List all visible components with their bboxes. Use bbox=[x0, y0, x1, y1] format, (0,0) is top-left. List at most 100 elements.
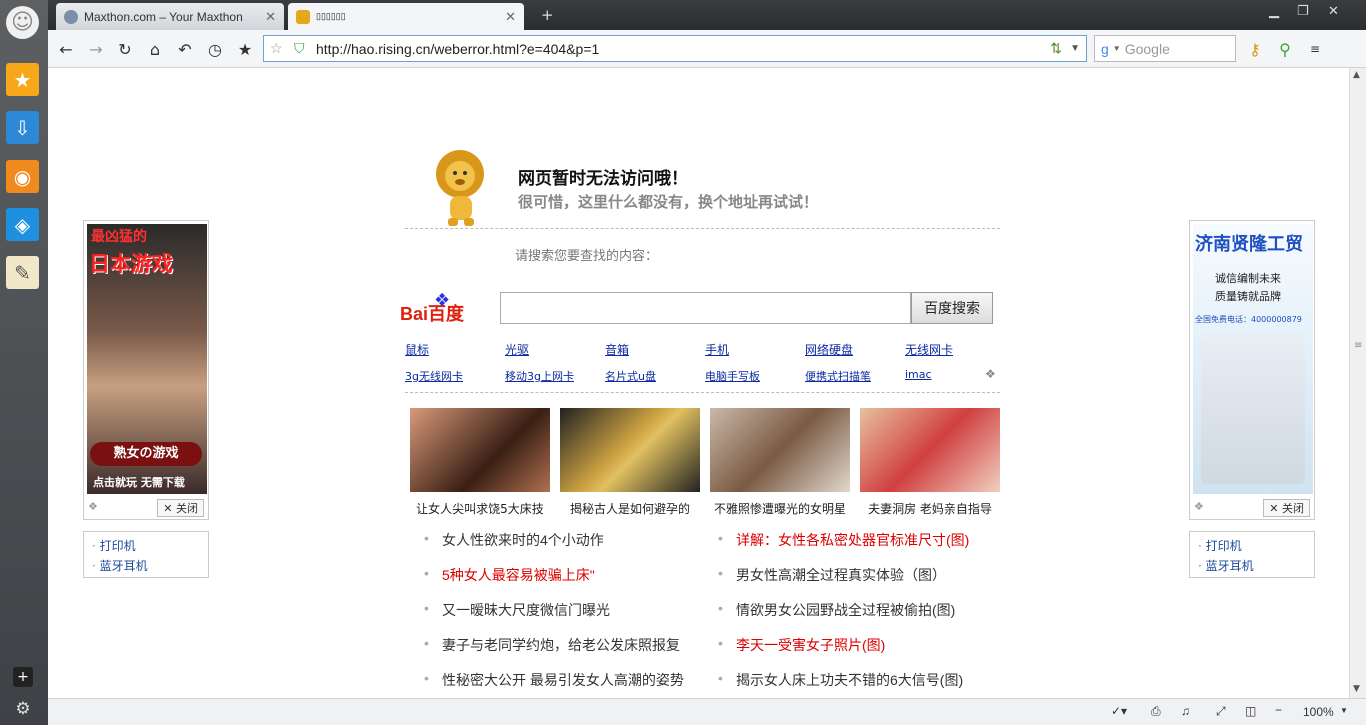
thumbnail-image[interactable] bbox=[560, 408, 700, 492]
left-ad[interactable]: 最凶猛的 日本游戏 熟女の游戏 点击就玩 无需下载 ❖ ✕ 关闭 bbox=[83, 220, 209, 520]
status-bar: ✓▾ ⎙ ♫ ⤢ ◫ − 100% ▼ bbox=[48, 698, 1366, 725]
baidu-search-button[interactable]: 百度搜索 bbox=[911, 292, 993, 324]
favorites-icon[interactable]: ★ bbox=[235, 39, 255, 59]
zoom-dropdown-icon[interactable]: ▼ bbox=[1340, 706, 1348, 715]
close-window-icon[interactable]: ✕ bbox=[1328, 4, 1339, 19]
check-icon[interactable]: ✓▾ bbox=[1111, 704, 1127, 718]
paw-icon: ❖ bbox=[88, 500, 98, 513]
home-icon[interactable]: ⌂ bbox=[145, 39, 165, 59]
keyword-link[interactable]: 移动3g上网卡 bbox=[505, 368, 574, 384]
link-printer[interactable]: 打印机 bbox=[92, 536, 200, 556]
screenshot-icon[interactable]: ⎙ bbox=[1151, 704, 1161, 719]
keyword-link[interactable]: 3g无线网卡 bbox=[405, 368, 463, 384]
news-link[interactable]: 又一暧昧大尺度微信门曝光 bbox=[424, 600, 610, 620]
right-ad[interactable]: 济南贤隆工贸 诚信编制未来 质量铸就品牌 全国免费电话：4000000879 ❖… bbox=[1189, 220, 1315, 520]
thumbnail-image[interactable] bbox=[410, 408, 550, 492]
paw-logo-icon: ❖ bbox=[434, 290, 451, 311]
news-link[interactable]: 李天一受害女子照片(图) bbox=[718, 635, 885, 655]
refresh-icon[interactable]: ↻ bbox=[115, 39, 135, 59]
google-icon: g bbox=[1101, 40, 1109, 57]
link-headset[interactable]: 蓝牙耳机 bbox=[1198, 556, 1306, 576]
keyword-link[interactable]: 电脑手写板 bbox=[705, 368, 760, 384]
close-tab-icon[interactable]: ✕ bbox=[505, 9, 516, 25]
error-title: 网页暂时无法访问哦！ bbox=[518, 169, 688, 188]
thumbnail-caption[interactable]: 夫妻洞房 老妈亲自指导 bbox=[855, 500, 1005, 517]
ad-footer: ❖ ✕ 关闭 bbox=[84, 498, 208, 518]
bookmark-star-icon[interactable]: ☆ bbox=[270, 40, 283, 57]
keyword-link[interactable]: imac bbox=[905, 368, 932, 381]
back-icon[interactable]: ← bbox=[56, 39, 76, 59]
rss-filter-icon[interactable]: ⇅ bbox=[1050, 40, 1062, 57]
rss-icon[interactable]: ◉ bbox=[6, 160, 39, 193]
keyword-link[interactable]: 鼠标 bbox=[405, 341, 429, 358]
download-icon[interactable]: ⇩ bbox=[6, 111, 39, 144]
user-icon[interactable]: ⚲ bbox=[1275, 39, 1295, 59]
favorites-star-icon[interactable]: ★ bbox=[6, 63, 39, 96]
keyword-link[interactable]: 手机 bbox=[705, 341, 729, 358]
fullscreen-icon[interactable]: ⤢ bbox=[1216, 704, 1226, 719]
keyword-link[interactable]: 音箱 bbox=[605, 341, 629, 358]
history-icon[interactable]: ◷ bbox=[205, 39, 225, 59]
news-link[interactable]: 情欲男女公园野战全过程被偷拍(图) bbox=[718, 600, 955, 620]
notepad-icon[interactable]: ✎ bbox=[6, 256, 39, 289]
search-box[interactable]: g ▼ Google bbox=[1094, 35, 1236, 62]
scroll-grip-icon[interactable]: ≡ bbox=[1354, 340, 1362, 351]
maxthon-passport-icon[interactable]: ◈ bbox=[6, 208, 39, 241]
new-tab-icon[interactable]: + bbox=[541, 6, 554, 24]
news-link[interactable]: 5种女人最容易被骗上床" bbox=[424, 565, 595, 585]
key-icon[interactable]: ⚷ bbox=[1245, 39, 1265, 59]
forward-icon[interactable]: → bbox=[86, 39, 106, 59]
thumbnail-caption[interactable]: 揭秘古人是如何避孕的 bbox=[555, 500, 705, 517]
tab-label: Maxthon.com – Your Maxthon bbox=[84, 9, 243, 24]
keyword-link[interactable]: 名片式u盘 bbox=[605, 368, 656, 384]
news-link[interactable]: 详解：女性各私密处器官标准尺寸(图) bbox=[718, 530, 969, 550]
news-link[interactable]: 妻子与老同学约炮，给老公发床照报复 bbox=[424, 635, 680, 655]
keyword-link[interactable]: 光驱 bbox=[505, 341, 529, 358]
ad-image[interactable]: 济南贤隆工贸 诚信编制未来 质量铸就品牌 全国免费电话：4000000879 bbox=[1193, 224, 1313, 494]
dropdown-icon[interactable]: ▼ bbox=[1070, 43, 1080, 54]
keyword-link[interactable]: 网络硬盘 bbox=[805, 341, 853, 358]
split-view-icon[interactable]: ◫ bbox=[1245, 704, 1256, 718]
minimize-icon[interactable]: ▁ bbox=[1269, 4, 1279, 19]
thumbnail-image[interactable] bbox=[710, 408, 850, 492]
divider bbox=[405, 228, 1000, 229]
close-tab-icon[interactable]: ✕ bbox=[265, 9, 276, 25]
ad-line2: 日本游戏 bbox=[89, 252, 173, 276]
ad-image[interactable]: 最凶猛的 日本游戏 熟女の游戏 点击就玩 无需下载 bbox=[87, 224, 207, 494]
baidu-search-input[interactable] bbox=[500, 292, 911, 324]
news-link[interactable]: 女人性欲来时的4个小动作 bbox=[424, 530, 604, 550]
link-headset[interactable]: 蓝牙耳机 bbox=[92, 556, 200, 576]
restore-icon[interactable]: ❐ bbox=[1297, 4, 1309, 19]
scroll-up-icon[interactable]: ▲ bbox=[1353, 70, 1360, 80]
tab-error-page[interactable]: ▯▯▯▯▯▯ ✕ bbox=[288, 3, 524, 30]
link-printer[interactable]: 打印机 bbox=[1198, 536, 1306, 556]
ad-line1: 诚信编制未来 bbox=[1215, 272, 1281, 285]
search-engine-dropdown-icon[interactable]: ▼ bbox=[1113, 44, 1121, 53]
menu-icon[interactable]: ≡ bbox=[1305, 39, 1325, 59]
keyword-link[interactable]: 便携式扫描笔 bbox=[805, 368, 871, 384]
baidu-logo[interactable]: Bai百度 ❖ bbox=[400, 290, 492, 326]
ad-close-button[interactable]: ✕ 关闭 bbox=[1263, 499, 1310, 517]
search-placeholder: Google bbox=[1124, 40, 1170, 57]
zoom-level[interactable]: 100% bbox=[1303, 705, 1334, 719]
undo-icon[interactable]: ↶ bbox=[175, 39, 195, 59]
zoom-out-icon[interactable]: − bbox=[1275, 703, 1282, 717]
news-link[interactable]: 男女性高潮全过程真实体验（图） bbox=[718, 565, 946, 585]
news-link[interactable]: 性秘密大公开 最易引发女人高潮的姿势 bbox=[424, 670, 684, 690]
tab-maxthon[interactable]: Maxthon.com – Your Maxthon ✕ bbox=[56, 3, 284, 30]
thumbnail-caption[interactable]: 不雅照惨遭曝光的女明星 bbox=[705, 500, 855, 517]
ad-close-button[interactable]: ✕ 关闭 bbox=[157, 499, 204, 517]
error-subtitle: 很可惜，这里什么都没有，换个地址再试试！ bbox=[518, 194, 819, 211]
ad-footer: ❖ ✕ 关闭 bbox=[1190, 498, 1314, 518]
thumbnail-image[interactable] bbox=[860, 408, 1000, 492]
maxthon-smile-icon[interactable]: ☺ bbox=[6, 6, 39, 39]
add-icon[interactable]: + bbox=[13, 667, 33, 687]
settings-gear-icon[interactable]: ⚙ bbox=[11, 697, 35, 721]
scroll-down-icon[interactable]: ▼ bbox=[1353, 684, 1360, 694]
thumbnail-caption[interactable]: 让女人尖叫求饶5大床技 bbox=[405, 500, 555, 517]
address-bar[interactable]: ☆ ⛉ http://hao.rising.cn/weberror.html?e… bbox=[263, 35, 1087, 62]
keyword-link[interactable]: 无线网卡 bbox=[905, 341, 953, 358]
news-link[interactable]: 揭示女人床上功夫不错的6大信号(图) bbox=[718, 670, 963, 690]
volume-icon[interactable]: ♫ bbox=[1181, 704, 1190, 718]
vertical-scrollbar[interactable]: ▲ ≡ ▼ bbox=[1349, 68, 1366, 698]
